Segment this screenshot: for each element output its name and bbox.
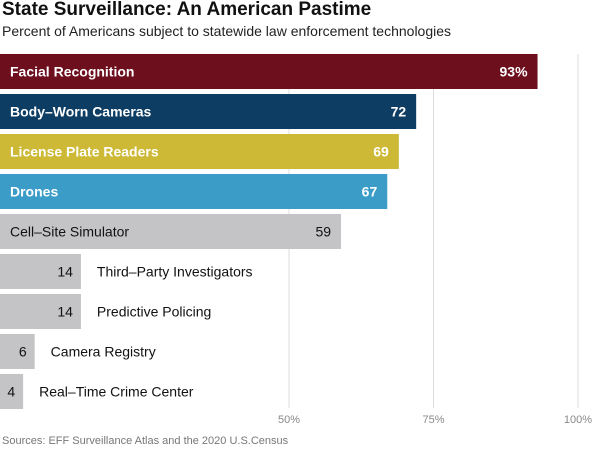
bar-7 <box>0 334 35 369</box>
bar-category-label-6: Predictive Policing <box>97 304 211 320</box>
bar-value-label-0: 93% <box>500 64 529 80</box>
x-tick-label-50: 50% <box>278 414 300 426</box>
bar-value-label-7: 6 <box>19 344 27 360</box>
bar-value-label-4: 59 <box>315 224 331 240</box>
x-tick-label-100: 100% <box>564 414 592 426</box>
bar-value-label-5: 14 <box>57 264 73 280</box>
bar-category-label-0: Facial Recognition <box>10 64 134 80</box>
bar-category-label-2: License Plate Readers <box>10 144 159 160</box>
bar-value-label-1: 72 <box>391 104 407 120</box>
bar-chart: 50% 75% 100% Facial Recognition 93% Body–Worn… <box>0 54 592 426</box>
bar-category-label-1: Body–Worn Cameras <box>10 104 152 120</box>
bar-category-label-7: Camera Registry <box>51 344 156 360</box>
bar-category-label-5: Third–Party Investigators <box>97 264 253 280</box>
bar-category-label-8: Real–Time Crime Center <box>39 384 194 400</box>
bar-value-label-6: 14 <box>57 304 73 320</box>
bar-value-label-8: 4 <box>7 384 15 400</box>
bar-value-label-3: 67 <box>362 184 378 200</box>
chart-root: State Surveillance: An American Pastime … <box>0 0 600 450</box>
bar-value-label-2: 69 <box>373 144 389 160</box>
source-note: Sources: EFF Surveillance Atlas and the … <box>2 435 289 447</box>
x-tick-label-75: 75% <box>422 414 444 426</box>
bar-category-label-4: Cell–Site Simulator <box>10 224 129 240</box>
bar-category-label-3: Drones <box>10 184 58 200</box>
